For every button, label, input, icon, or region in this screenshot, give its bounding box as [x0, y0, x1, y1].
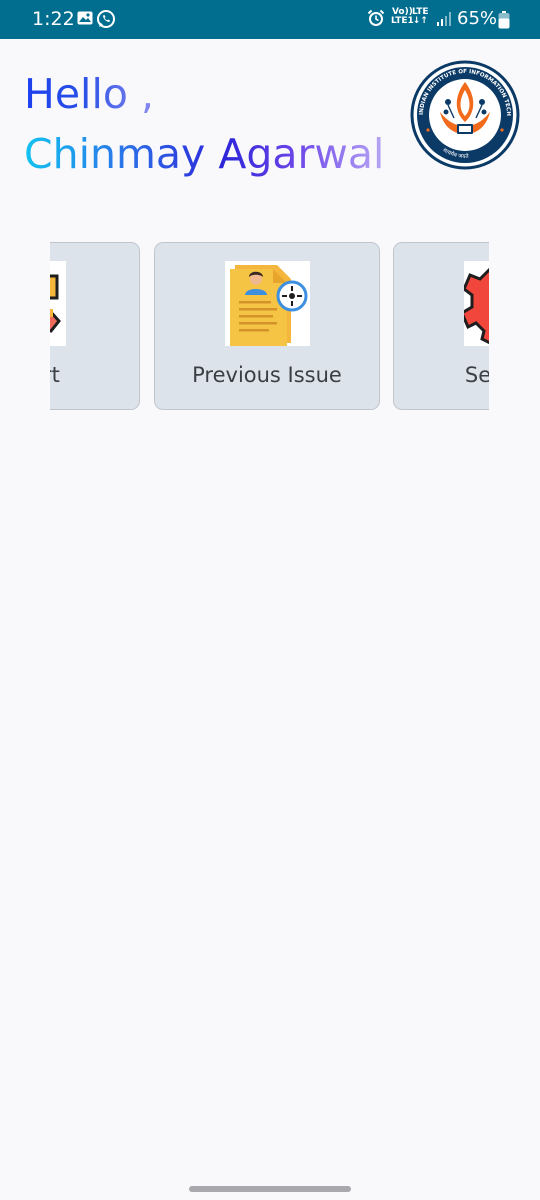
alarm-icon — [367, 9, 385, 31]
report-card[interactable]: Report — [50, 242, 140, 410]
report-card-label: Report — [50, 363, 60, 387]
settings-card[interactable]: Settings — [393, 242, 489, 410]
user-name: Chinmay Agarwal — [24, 130, 385, 178]
settings-gear-icon — [460, 261, 489, 346]
previous-issue-card[interactable]: Previous Issue — [154, 242, 380, 410]
status-time: 1:22 — [32, 8, 75, 30]
institute-logo: INDIAN INSTITUTE OF INFORMATION TECHNOLO… — [407, 56, 520, 170]
battery-percentage: 65% — [457, 8, 498, 29]
greeting-hello: Hello , — [24, 70, 154, 118]
volte-indicator: Vo)) LTE1 — [391, 8, 414, 26]
battery-icon — [498, 11, 510, 33]
whatsapp-icon — [96, 9, 116, 33]
resume-document-icon — [225, 261, 310, 346]
status-bar: 1:22 Vo)) LTE1 LTE ↓↑ 65% — [0, 0, 540, 39]
previous-issue-card-label: Previous Issue — [192, 363, 342, 387]
app-screen: 1:22 Vo)) LTE1 LTE ↓↑ 65% Hello , Chinma… — [0, 0, 540, 1200]
menu-carousel[interactable]: Report — [50, 241, 489, 413]
report-icon — [50, 261, 66, 346]
lte-line2: ↓↑ — [412, 16, 428, 26]
navigation-handle[interactable] — [189, 1186, 351, 1192]
settings-card-label: Settings — [464, 363, 489, 387]
gallery-icon — [77, 10, 93, 30]
signal-icon — [436, 11, 452, 31]
lte-indicator: LTE ↓↑ — [412, 8, 429, 26]
volte-line2: LTE1 — [391, 16, 414, 26]
